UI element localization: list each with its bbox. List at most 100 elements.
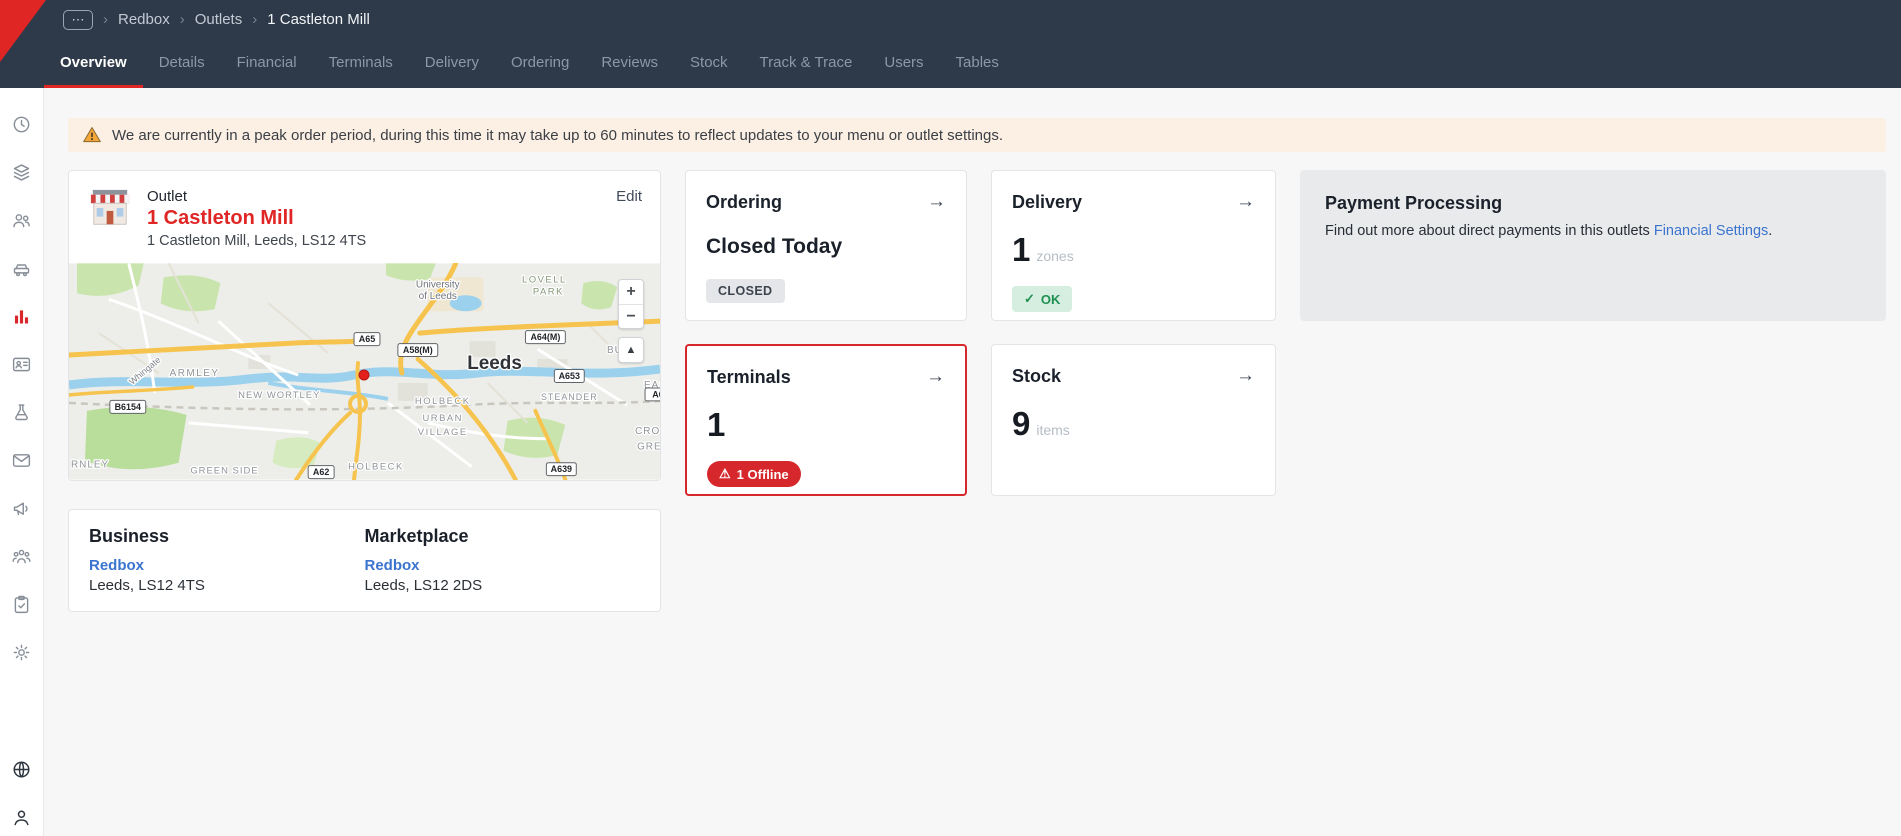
outlet-map[interactable]: University of Leeds LOVELL PARK BURN ARM… bbox=[69, 263, 660, 480]
tab-tables[interactable]: Tables bbox=[940, 39, 1015, 88]
topbar: ⋯ › Redbox › Outlets › 1 Castleton Mill bbox=[0, 0, 1901, 39]
svg-text:A653: A653 bbox=[559, 371, 580, 381]
map-controls: + − ▲ bbox=[618, 279, 644, 363]
tab-terminals[interactable]: Terminals bbox=[313, 39, 409, 88]
payment-title: Payment Processing bbox=[1325, 193, 1861, 214]
road-shield: A6 bbox=[645, 388, 660, 401]
sidebar-item-outlets[interactable] bbox=[11, 306, 32, 327]
business-column: Business Redbox Leeds, LS12 4TS bbox=[89, 526, 365, 595]
apps-menu-button[interactable]: ⋯ bbox=[63, 10, 93, 30]
column-delivery-stock: Delivery → 1 zones ✓ OK bbox=[991, 170, 1276, 496]
stock-card[interactable]: Stock → 9 items bbox=[991, 344, 1276, 496]
ok-badge: ✓ OK bbox=[1012, 286, 1072, 312]
map-city-label: Leeds bbox=[467, 353, 522, 374]
sidebar-item-team[interactable] bbox=[11, 546, 32, 567]
ordering-card[interactable]: Ordering → Closed Today CLOSED bbox=[685, 170, 967, 321]
map-label: NEW WORTLEY bbox=[238, 390, 320, 401]
breadcrumb: › Redbox › Outlets › 1 Castleton Mill bbox=[103, 11, 370, 28]
map-compass-button[interactable]: ▲ bbox=[618, 337, 644, 363]
map-label: VILLAGE bbox=[418, 427, 468, 438]
marketplace-link[interactable]: Redbox bbox=[365, 557, 641, 574]
outlet-header: Outlet 1 Castleton Mill 1 Castleton Mill… bbox=[69, 171, 660, 263]
breadcrumb-item-outlets[interactable]: Outlets bbox=[195, 11, 243, 28]
sidebar-item-orders[interactable] bbox=[11, 594, 32, 615]
tab-overview[interactable]: Overview bbox=[44, 39, 143, 88]
arrow-right-icon[interactable]: → bbox=[1236, 365, 1255, 387]
breadcrumb-item-current: 1 Castleton Mill bbox=[267, 11, 370, 28]
tab-track-trace[interactable]: Track & Trace bbox=[744, 39, 869, 88]
svg-text:A6: A6 bbox=[652, 389, 660, 399]
sidebar-item-account[interactable] bbox=[11, 807, 32, 828]
business-card: Business Redbox Leeds, LS12 4TS Marketpl… bbox=[68, 509, 661, 612]
svg-text:A64(M): A64(M) bbox=[530, 332, 560, 342]
column-payment: Payment Processing Find out more about d… bbox=[1300, 170, 1886, 321]
terminals-card[interactable]: Terminals → 1 ⚠ 1 Offline bbox=[685, 344, 967, 496]
chevron-right-icon: › bbox=[180, 11, 185, 28]
map-zoom-in-button[interactable]: + bbox=[619, 280, 643, 304]
contact-card-icon bbox=[11, 354, 32, 375]
tab-details[interactable]: Details bbox=[143, 39, 221, 88]
edit-outlet-link[interactable]: Edit bbox=[616, 188, 642, 249]
sidebar-item-users[interactable] bbox=[11, 210, 32, 231]
svg-text:A639: A639 bbox=[551, 464, 572, 474]
terminals-title: Terminals bbox=[707, 367, 791, 388]
column-outlet: Outlet 1 Castleton Mill 1 Castleton Mill… bbox=[68, 170, 661, 612]
financial-settings-link[interactable]: Financial Settings bbox=[1654, 223, 1768, 239]
sidebar-item-mail[interactable] bbox=[11, 450, 32, 471]
map-label: GREEN SIDE bbox=[190, 466, 258, 477]
arrow-right-icon[interactable]: → bbox=[927, 191, 946, 213]
svg-text:B6154: B6154 bbox=[115, 402, 141, 412]
closed-badge: CLOSED bbox=[706, 279, 785, 303]
layers-icon bbox=[11, 162, 32, 183]
sidebar-item-flask[interactable] bbox=[11, 402, 32, 423]
road-shield: B6154 bbox=[110, 400, 146, 413]
svg-text:A62: A62 bbox=[313, 467, 329, 477]
card-grid: Outlet 1 Castleton Mill 1 Castleton Mill… bbox=[68, 170, 1901, 612]
road-shield: A62 bbox=[308, 466, 334, 479]
payment-body: Find out more about direct payments in t… bbox=[1325, 223, 1861, 239]
chevron-right-icon: › bbox=[252, 11, 257, 28]
sidebar-item-clock[interactable] bbox=[11, 114, 32, 135]
sidebar-main-group bbox=[0, 88, 43, 663]
delivery-card[interactable]: Delivery → 1 zones ✓ OK bbox=[991, 170, 1276, 321]
map-zoom-out-button[interactable]: − bbox=[619, 304, 643, 328]
clock-icon bbox=[11, 114, 32, 135]
mail-icon bbox=[11, 450, 32, 471]
svg-text:A65: A65 bbox=[359, 334, 375, 344]
map-label: of Leeds bbox=[419, 291, 457, 302]
sidebar-item-layers[interactable] bbox=[11, 162, 32, 183]
sidebar-item-settings[interactable] bbox=[11, 642, 32, 663]
tab-ordering[interactable]: Ordering bbox=[495, 39, 585, 88]
breadcrumb-item-redbox[interactable]: Redbox bbox=[118, 11, 170, 28]
peak-period-banner: We are currently in a peak order period,… bbox=[68, 118, 1886, 152]
ellipsis-icon: ⋯ bbox=[72, 13, 85, 26]
map-marker[interactable] bbox=[359, 370, 369, 380]
map-label: RNLEY bbox=[71, 460, 109, 471]
ordering-status: Closed Today bbox=[706, 235, 946, 259]
arrow-right-icon[interactable]: → bbox=[926, 366, 945, 388]
outlet-card: Outlet 1 Castleton Mill 1 Castleton Mill… bbox=[68, 170, 661, 481]
map-label: PARK bbox=[533, 286, 564, 297]
map-label: HOLBECK bbox=[415, 396, 471, 407]
map-label: ARMLEY bbox=[170, 368, 220, 379]
tab-users[interactable]: Users bbox=[868, 39, 939, 88]
sidebar-item-announcements[interactable] bbox=[11, 498, 32, 519]
tab-reviews[interactable]: Reviews bbox=[585, 39, 674, 88]
sidebar bbox=[0, 88, 44, 836]
outlet-label: Outlet bbox=[147, 188, 366, 205]
tab-delivery[interactable]: Delivery bbox=[409, 39, 495, 88]
sidebar-item-contacts[interactable] bbox=[11, 354, 32, 375]
main-content: We are currently in a peak order period,… bbox=[44, 88, 1901, 836]
terminals-count: 1 bbox=[707, 408, 725, 441]
sidebar-item-vehicle[interactable] bbox=[11, 258, 32, 279]
road-shield: A65 bbox=[354, 333, 380, 346]
road-shield: A639 bbox=[546, 463, 576, 476]
page: ⋯ › Redbox › Outlets › 1 Castleton Mill … bbox=[0, 0, 1901, 836]
tab-financial[interactable]: Financial bbox=[221, 39, 313, 88]
tab-stock[interactable]: Stock bbox=[674, 39, 744, 88]
account-icon bbox=[11, 807, 32, 828]
road-shield: A653 bbox=[554, 370, 584, 383]
arrow-right-icon[interactable]: → bbox=[1236, 191, 1255, 213]
business-link[interactable]: Redbox bbox=[89, 557, 365, 574]
sidebar-item-globe[interactable] bbox=[11, 759, 32, 780]
